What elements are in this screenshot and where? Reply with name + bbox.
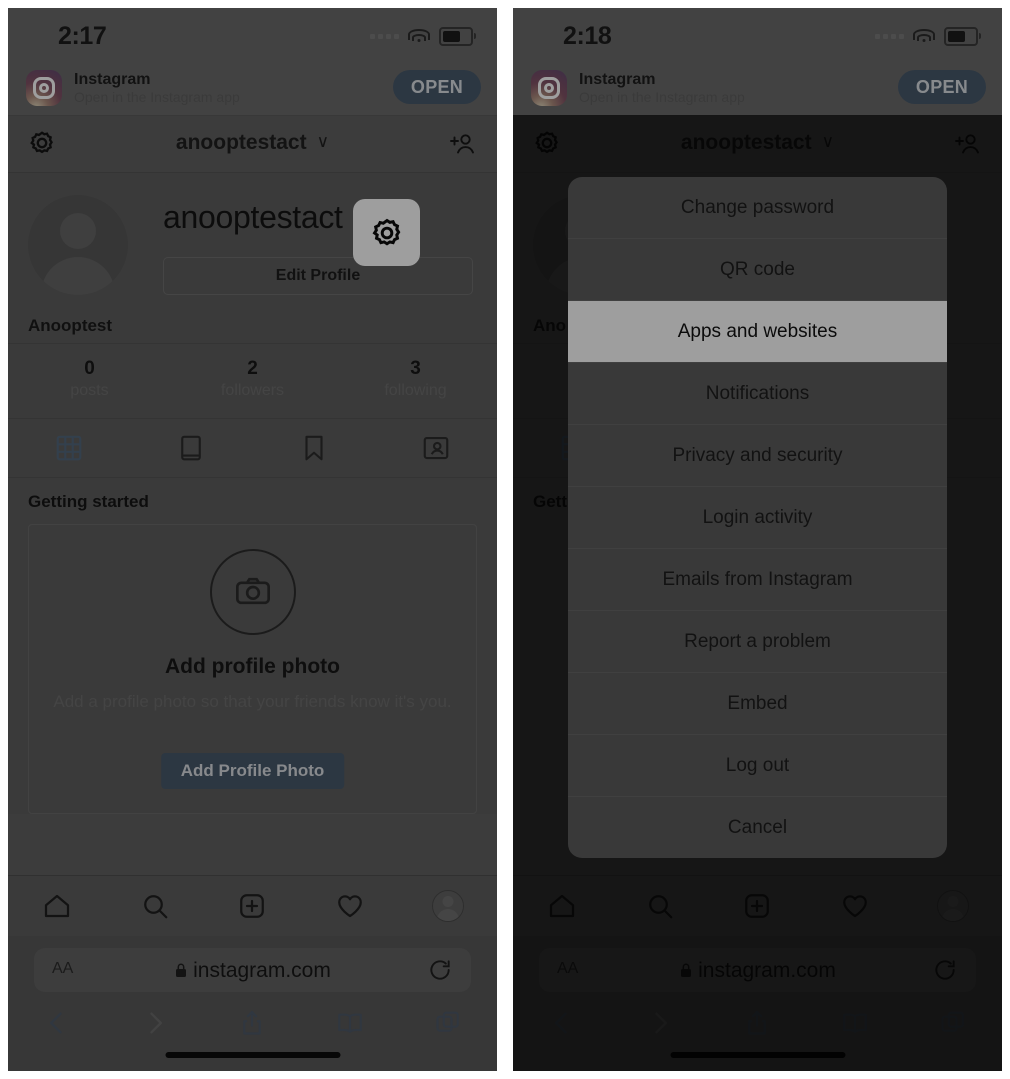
action-sheet-item-qr-code[interactable]: QR code bbox=[568, 239, 947, 301]
back-button[interactable] bbox=[8, 1009, 106, 1037]
cellular-signal-icon bbox=[370, 34, 399, 39]
add-profile-photo-button[interactable]: Add Profile Photo bbox=[160, 753, 345, 789]
status-clock-right: 2:18 bbox=[563, 22, 612, 50]
lock-icon bbox=[174, 960, 188, 984]
add-person-icon[interactable] bbox=[447, 130, 477, 165]
bookmarks-button[interactable] bbox=[301, 1008, 399, 1038]
instagram-logo-icon bbox=[26, 70, 62, 106]
safari-nav-toolbar bbox=[8, 1000, 497, 1046]
tab-grid[interactable] bbox=[8, 419, 130, 477]
wifi-icon bbox=[408, 28, 430, 45]
chevron-down-icon: ∨ bbox=[316, 132, 330, 151]
stat-followers-label: followers bbox=[220, 382, 285, 399]
add-profile-photo-heading: Add profile photo bbox=[165, 655, 340, 678]
home-indicator bbox=[165, 1052, 340, 1058]
safari-url-bar[interactable]: AA instagram.com bbox=[34, 948, 471, 992]
action-sheet-item-privacy-and-security[interactable]: Privacy and security bbox=[568, 425, 947, 487]
settings-gear-highlight[interactable] bbox=[353, 199, 420, 266]
wifi-icon bbox=[913, 28, 935, 45]
getting-started-section: Getting started Add profile photo Add a … bbox=[8, 478, 497, 814]
action-sheet-item-log-out[interactable]: Log out bbox=[568, 735, 947, 797]
action-sheet-item-emails-from-instagram[interactable]: Emails from Instagram bbox=[568, 549, 947, 611]
instagram-top-nav: anooptestact ∨ bbox=[8, 116, 497, 173]
edit-profile-button[interactable]: Edit Profile bbox=[163, 257, 473, 295]
open-app-button[interactable]: OPEN bbox=[393, 70, 481, 104]
action-sheet-item-notifications[interactable]: Notifications bbox=[568, 363, 947, 425]
action-sheet-item-report-a-problem[interactable]: Report a problem bbox=[568, 611, 947, 673]
add-profile-photo-card: Add profile photo Add a profile photo so… bbox=[28, 524, 477, 814]
action-sheet-item-embed[interactable]: Embed bbox=[568, 673, 947, 735]
stat-posts-value: 0 bbox=[84, 358, 95, 379]
profile-full-name: Anooptest bbox=[28, 316, 113, 335]
instagram-logo-icon bbox=[531, 70, 567, 106]
stat-posts[interactable]: 0 posts bbox=[8, 344, 171, 418]
cellular-signal-icon bbox=[875, 34, 904, 39]
status-clock: 2:17 bbox=[58, 22, 107, 50]
battery-icon bbox=[944, 27, 981, 46]
status-indicators-right bbox=[875, 27, 981, 46]
avatar[interactable] bbox=[28, 195, 128, 295]
app-banner-subtitle: Open in the Instagram app bbox=[579, 89, 745, 105]
left-phone-screenshot: 2:17 Instagram Open in the Instagram app… bbox=[8, 8, 497, 1071]
nav-profile-avatar[interactable] bbox=[399, 890, 497, 922]
nav-username-text: anooptestact bbox=[175, 131, 307, 154]
safari-toolbar: AA instagram.com bbox=[8, 936, 497, 1071]
app-banner-subtitle: Open in the Instagram app bbox=[74, 89, 240, 105]
url-value: instagram.com bbox=[193, 959, 331, 982]
smart-app-banner-right[interactable]: Instagram Open in the Instagram app OPEN bbox=[513, 60, 1002, 116]
action-sheet-item-apps-and-websites[interactable]: Apps and websites bbox=[568, 301, 947, 363]
nav-username[interactable]: anooptestact ∨ bbox=[8, 131, 497, 155]
forward-button[interactable] bbox=[106, 1009, 204, 1037]
battery-icon bbox=[439, 27, 476, 46]
stat-followers-value: 2 bbox=[247, 358, 258, 379]
open-app-button[interactable]: OPEN bbox=[898, 70, 986, 104]
mini-avatar bbox=[432, 890, 465, 922]
nav-activity-icon[interactable] bbox=[301, 891, 399, 921]
safari-url-text: instagram.com bbox=[34, 959, 471, 984]
status-indicators bbox=[370, 27, 476, 46]
action-sheet-item-login-activity[interactable]: Login activity bbox=[568, 487, 947, 549]
getting-started-title: Getting started bbox=[28, 492, 149, 511]
stat-following-label: following bbox=[384, 382, 447, 399]
settings-action-sheet: Change password QR code Apps and website… bbox=[568, 177, 947, 858]
stat-following-value: 3 bbox=[410, 358, 421, 379]
profile-username: anooptestact bbox=[163, 199, 343, 235]
action-sheet-item-cancel[interactable]: Cancel bbox=[568, 797, 947, 858]
add-profile-photo-text: Add a profile photo so that your friends… bbox=[53, 692, 452, 711]
instagram-bottom-nav bbox=[8, 875, 497, 936]
nav-search-icon[interactable] bbox=[106, 891, 204, 921]
camera-icon bbox=[209, 549, 296, 635]
action-sheet-item-change-password[interactable]: Change password bbox=[568, 177, 947, 239]
tabs-button[interactable] bbox=[399, 1009, 497, 1037]
stat-posts-label: posts bbox=[70, 382, 109, 399]
tab-tagged[interactable] bbox=[375, 419, 497, 477]
status-bar-right: 2:18 bbox=[513, 8, 1002, 60]
profile-stats: 0 posts 2 followers 3 following bbox=[8, 344, 497, 419]
screenshot-root: 2:17 Instagram Open in the Instagram app… bbox=[0, 0, 1010, 1079]
profile-tabs bbox=[8, 419, 497, 478]
profile-header: anooptestact Edit Profile Anooptest bbox=[8, 173, 497, 344]
app-banner-title: Instagram bbox=[579, 71, 656, 88]
status-bar-left: 2:17 bbox=[8, 8, 497, 60]
app-banner-title: Instagram bbox=[74, 71, 151, 88]
reload-icon[interactable] bbox=[427, 957, 453, 988]
stat-followers[interactable]: 2 followers bbox=[171, 344, 334, 418]
right-phone-screenshot: 2:18 Instagram Open in the Instagram app… bbox=[513, 8, 1002, 1071]
tab-saved[interactable] bbox=[253, 419, 375, 477]
stat-following[interactable]: 3 following bbox=[334, 344, 497, 418]
share-button[interactable] bbox=[204, 1009, 302, 1037]
nav-home-icon[interactable] bbox=[8, 891, 106, 921]
tab-igtv[interactable] bbox=[130, 419, 252, 477]
smart-app-banner[interactable]: Instagram Open in the Instagram app OPEN bbox=[8, 60, 497, 116]
nav-create-icon[interactable] bbox=[204, 891, 302, 921]
